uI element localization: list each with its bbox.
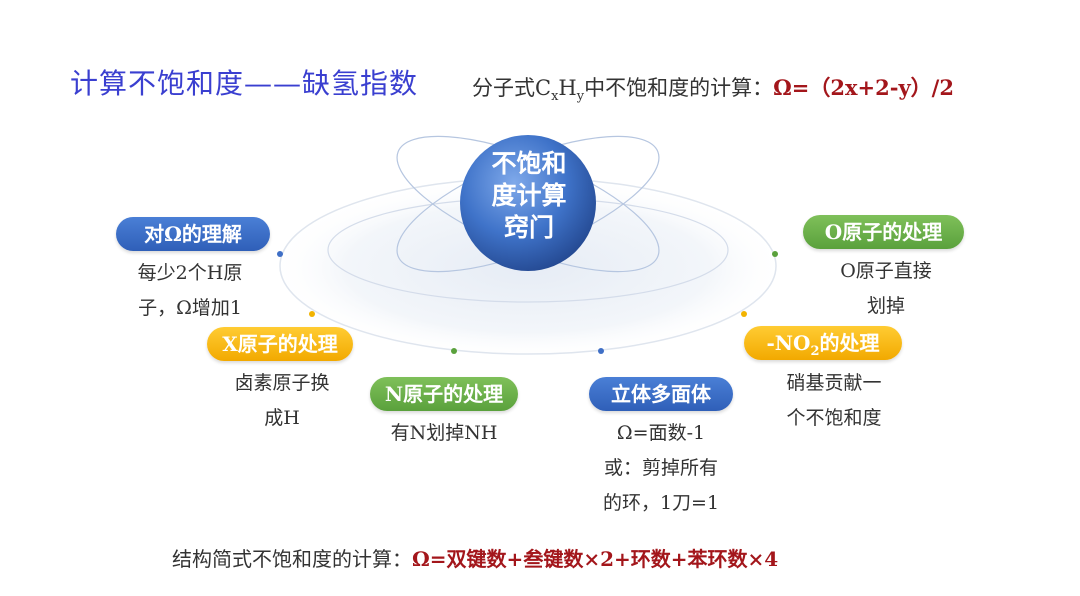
- dot-x-atom: [309, 311, 315, 317]
- no2-label-sub: 2: [810, 344, 820, 359]
- o-atom-desc-line-2: 划掉: [866, 295, 905, 317]
- n-atom-label: N原子的处理: [370, 377, 518, 411]
- formula-bottom-prefix: 结构简式不饱和度的计算：: [172, 547, 412, 571]
- omega-desc-line-1: 每少2个H原: [137, 262, 243, 284]
- no2-desc: 硝基贡献一 个不饱和度: [764, 366, 904, 436]
- no2-label: -NO2的处理: [744, 326, 902, 360]
- o-atom-label: O原子的处理: [803, 215, 964, 249]
- x-atom-label: X原子的处理: [207, 327, 353, 361]
- omega-understanding-desc: 每少2个H原 子，Ω增加1: [120, 256, 260, 326]
- polyhedron-label: 立体多面体: [589, 377, 733, 411]
- no2-label-prefix: -NO: [766, 331, 811, 355]
- center-line-1: 不饱和: [491, 149, 567, 178]
- polyhedron-desc-line-2: 或：剪掉所有: [603, 457, 718, 479]
- center-label: 不饱和 度计算 窍门: [460, 148, 598, 244]
- o-atom-desc-line-1: O原子直接: [840, 260, 932, 282]
- dot-polyhedron: [598, 348, 604, 354]
- x-atom-desc-line-2: 成H: [264, 407, 300, 429]
- omega-understanding-label: 对Ω的理解: [116, 217, 270, 251]
- center-line-2: 度计算: [491, 181, 567, 210]
- dot-omega: [277, 251, 283, 257]
- dot-no2: [741, 311, 747, 317]
- n-atom-desc: 有N划掉NH: [370, 416, 518, 451]
- polyhedron-desc-line-3: 的环，1刀=1: [602, 492, 720, 514]
- no2-desc-line-2: 个不饱和度: [786, 407, 882, 429]
- polyhedron-desc: Ω=面数-1 或：剪掉所有 的环，1刀=1: [586, 416, 736, 521]
- x-atom-desc-line-1: 卤素原子换: [234, 372, 330, 394]
- o-atom-desc: O原子直接 划掉: [816, 254, 956, 324]
- dot-n-atom: [451, 348, 457, 354]
- x-atom-desc: 卤素原子换 成H: [212, 366, 352, 436]
- no2-label-suffix: 的处理: [819, 331, 880, 355]
- center-line-3: 窍门: [503, 213, 554, 242]
- structural-formula-rule: 结构简式不饱和度的计算：Ω=双键数+叁键数×2+环数+苯环数×4: [172, 543, 778, 572]
- polyhedron-desc-line-1: Ω=面数-1: [616, 422, 706, 444]
- no2-desc-line-1: 硝基贡献一: [786, 372, 882, 394]
- formula-bottom-expression: Ω=双键数+叁键数×2+环数+苯环数×4: [412, 547, 779, 571]
- dot-o-atom: [772, 251, 778, 257]
- n-atom-desc-line-1: 有N划掉NH: [390, 422, 498, 444]
- omega-desc-line-2: 子，Ω增加1: [138, 297, 242, 319]
